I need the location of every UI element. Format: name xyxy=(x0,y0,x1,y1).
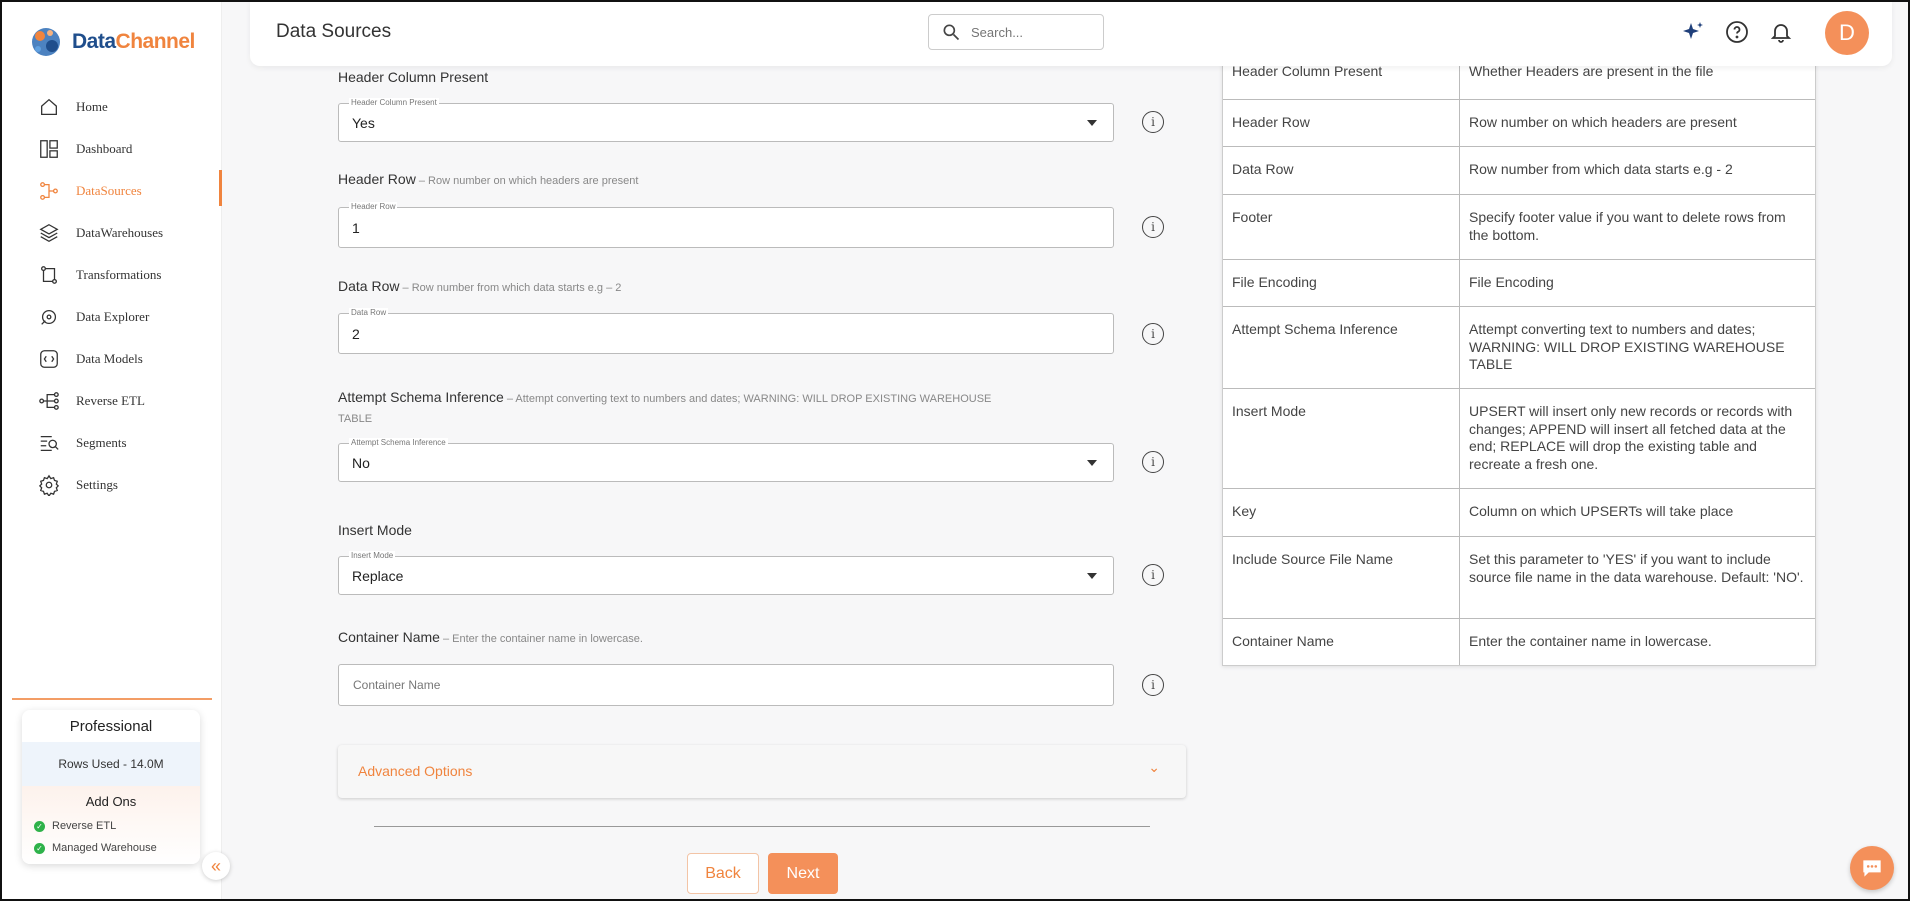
sidebar-item-data-explorer[interactable]: Data Explorer xyxy=(0,296,222,338)
top-header: Data Sources D xyxy=(250,0,1892,66)
insert-mode-select[interactable]: Insert Mode Replace xyxy=(338,551,1114,595)
info-icon[interactable]: i xyxy=(1142,451,1164,473)
info-icon[interactable]: i xyxy=(1142,323,1164,345)
container-name-input[interactable]: Container Name xyxy=(338,664,1114,706)
header-col-label: Header Column Present xyxy=(338,69,489,85)
header-row-label: Header Row – Row number on which headers… xyxy=(338,171,639,187)
field-help-table: Header Column Present Whether Headers are… xyxy=(1222,52,1816,666)
table-row: Header Row Row number on which headers ar… xyxy=(1223,100,1815,147)
page-title: Data Sources xyxy=(276,21,392,42)
sidebar-item-label: DataSources xyxy=(76,183,142,198)
check-icon: ✓ xyxy=(34,842,45,854)
sidebar-nav: Home Dashboard DataSources DataWarehouse… xyxy=(0,86,222,506)
next-button[interactable]: Next xyxy=(768,853,838,894)
schema-inference-select[interactable]: Attempt Schema Inference No xyxy=(338,438,1114,482)
data-row-label: Data Row – Row number from which data st… xyxy=(338,278,622,294)
addon-item: ✓ Reverse ETL xyxy=(22,815,200,837)
back-button[interactable]: Back xyxy=(687,853,759,894)
sidebar-item-label: DataWarehouses xyxy=(76,225,164,240)
schema-inference-label: Attempt Schema Inference – Attempt conve… xyxy=(338,389,992,405)
search-box[interactable] xyxy=(928,14,1104,50)
table-row: Data Row Row number from which data start… xyxy=(1223,147,1815,195)
sidebar-item-transformations[interactable]: Transformations xyxy=(0,254,222,296)
models-icon xyxy=(38,348,60,370)
sidebar-item-dashboard[interactable]: Dashboard xyxy=(0,128,222,170)
chevron-down-icon xyxy=(1087,459,1097,466)
header-row-input[interactable]: Header Row 1 xyxy=(338,202,1114,248)
sidebar-item-label: Segments xyxy=(76,435,127,450)
info-icon[interactable]: i xyxy=(1142,216,1164,238)
check-icon: ✓ xyxy=(34,820,45,832)
active-indicator xyxy=(219,170,222,206)
table-row: Attempt Schema Inference Attempt converti… xyxy=(1223,307,1815,389)
sidebar-divider xyxy=(12,698,212,700)
sidebar-item-datawarehouses[interactable]: DataWarehouses xyxy=(0,212,222,254)
dashboard-icon xyxy=(38,138,60,160)
container-name-label: Container Name – Enter the container nam… xyxy=(338,629,643,645)
data-row-input[interactable]: Data Row 2 xyxy=(338,308,1114,354)
info-icon[interactable]: i xyxy=(1142,111,1164,133)
plan-name: Professional xyxy=(69,717,153,735)
gear-icon xyxy=(38,474,60,496)
double-chevron-left-icon: « xyxy=(210,855,221,876)
table-row: Insert Mode UPSERT will insert only new r… xyxy=(1223,389,1815,489)
home-icon xyxy=(38,96,60,118)
sparkle-icon[interactable] xyxy=(1680,19,1706,45)
datasources-icon xyxy=(38,180,60,202)
sidebar-item-label: Reverse ETL xyxy=(76,393,145,408)
sidebar-item-settings[interactable]: Settings xyxy=(0,464,222,506)
bell-icon[interactable] xyxy=(1768,19,1794,45)
chat-icon xyxy=(1863,860,1881,877)
plan-card: Professional Rows Used - 14.0M Add Ons ✓… xyxy=(22,710,200,864)
layers-icon xyxy=(38,222,60,244)
logo-text: DataChannel xyxy=(72,30,195,53)
info-icon[interactable]: i xyxy=(1142,674,1164,696)
addons-section: Add Ons ✓ Reverse ETL ✓ Managed Warehous… xyxy=(22,786,200,864)
schema-inference-hint-cont: TABLE xyxy=(338,413,373,425)
table-row: Footer Specify footer value if you want t… xyxy=(1223,195,1815,260)
search-icon xyxy=(943,24,960,41)
table-row: Container Name Enter the container name i… xyxy=(1223,619,1815,665)
sidebar-item-home[interactable]: Home xyxy=(0,86,222,128)
sidebar-item-reverse-etl[interactable]: Reverse ETL xyxy=(0,380,222,422)
logo[interactable]: DataChannel xyxy=(28,24,195,60)
chevron-down-icon: ⌄ xyxy=(1148,759,1160,775)
table-row: Key Column on which UPSERTs will take pla… xyxy=(1223,489,1815,537)
table-row: File Encoding File Encoding xyxy=(1223,260,1815,307)
avatar[interactable]: D xyxy=(1825,11,1869,55)
advanced-options-accordion[interactable]: Advanced Options ⌄ xyxy=(338,745,1186,798)
sidebar-item-label: Transformations xyxy=(76,267,162,282)
reverse-etl-icon xyxy=(38,390,60,412)
sidebar-item-segments[interactable]: Segments xyxy=(0,422,222,464)
explorer-icon xyxy=(38,306,60,328)
addons-title: Add Ons xyxy=(85,794,137,809)
header-column-present-select[interactable]: Header Column Present Yes xyxy=(338,98,1114,142)
info-icon[interactable]: i xyxy=(1142,564,1164,586)
sidebar-item-label: Data Models xyxy=(76,351,143,366)
insert-mode-label: Insert Mode xyxy=(338,522,412,538)
table-row: Include Source File Name Set this paramet… xyxy=(1223,537,1815,619)
rows-used: Rows Used - 14.0M xyxy=(22,742,200,786)
sidebar-item-datasources[interactable]: DataSources xyxy=(0,170,222,212)
transform-icon xyxy=(38,264,60,286)
help-icon[interactable] xyxy=(1724,19,1750,45)
chat-button[interactable] xyxy=(1850,846,1894,890)
sidebar-item-label: Data Explorer xyxy=(76,309,150,324)
chevron-down-icon xyxy=(1087,572,1097,579)
sidebar: DataChannel Home Dashboard DataSources D… xyxy=(0,0,222,901)
sidebar-item-label: Dashboard xyxy=(76,141,133,156)
search-input[interactable] xyxy=(971,24,1081,40)
addon-item: ✓ Managed Warehouse xyxy=(22,837,200,859)
sidebar-item-label: Home xyxy=(76,99,108,114)
logo-mark-icon xyxy=(32,28,60,56)
sidebar-item-data-models[interactable]: Data Models xyxy=(0,338,222,380)
advanced-options-label: Advanced Options xyxy=(358,763,473,779)
segments-icon xyxy=(38,432,60,454)
divider xyxy=(374,826,1150,827)
sidebar-item-label: Settings xyxy=(76,477,118,492)
chevron-down-icon xyxy=(1087,119,1097,126)
collapse-sidebar-button[interactable]: « xyxy=(202,852,230,880)
